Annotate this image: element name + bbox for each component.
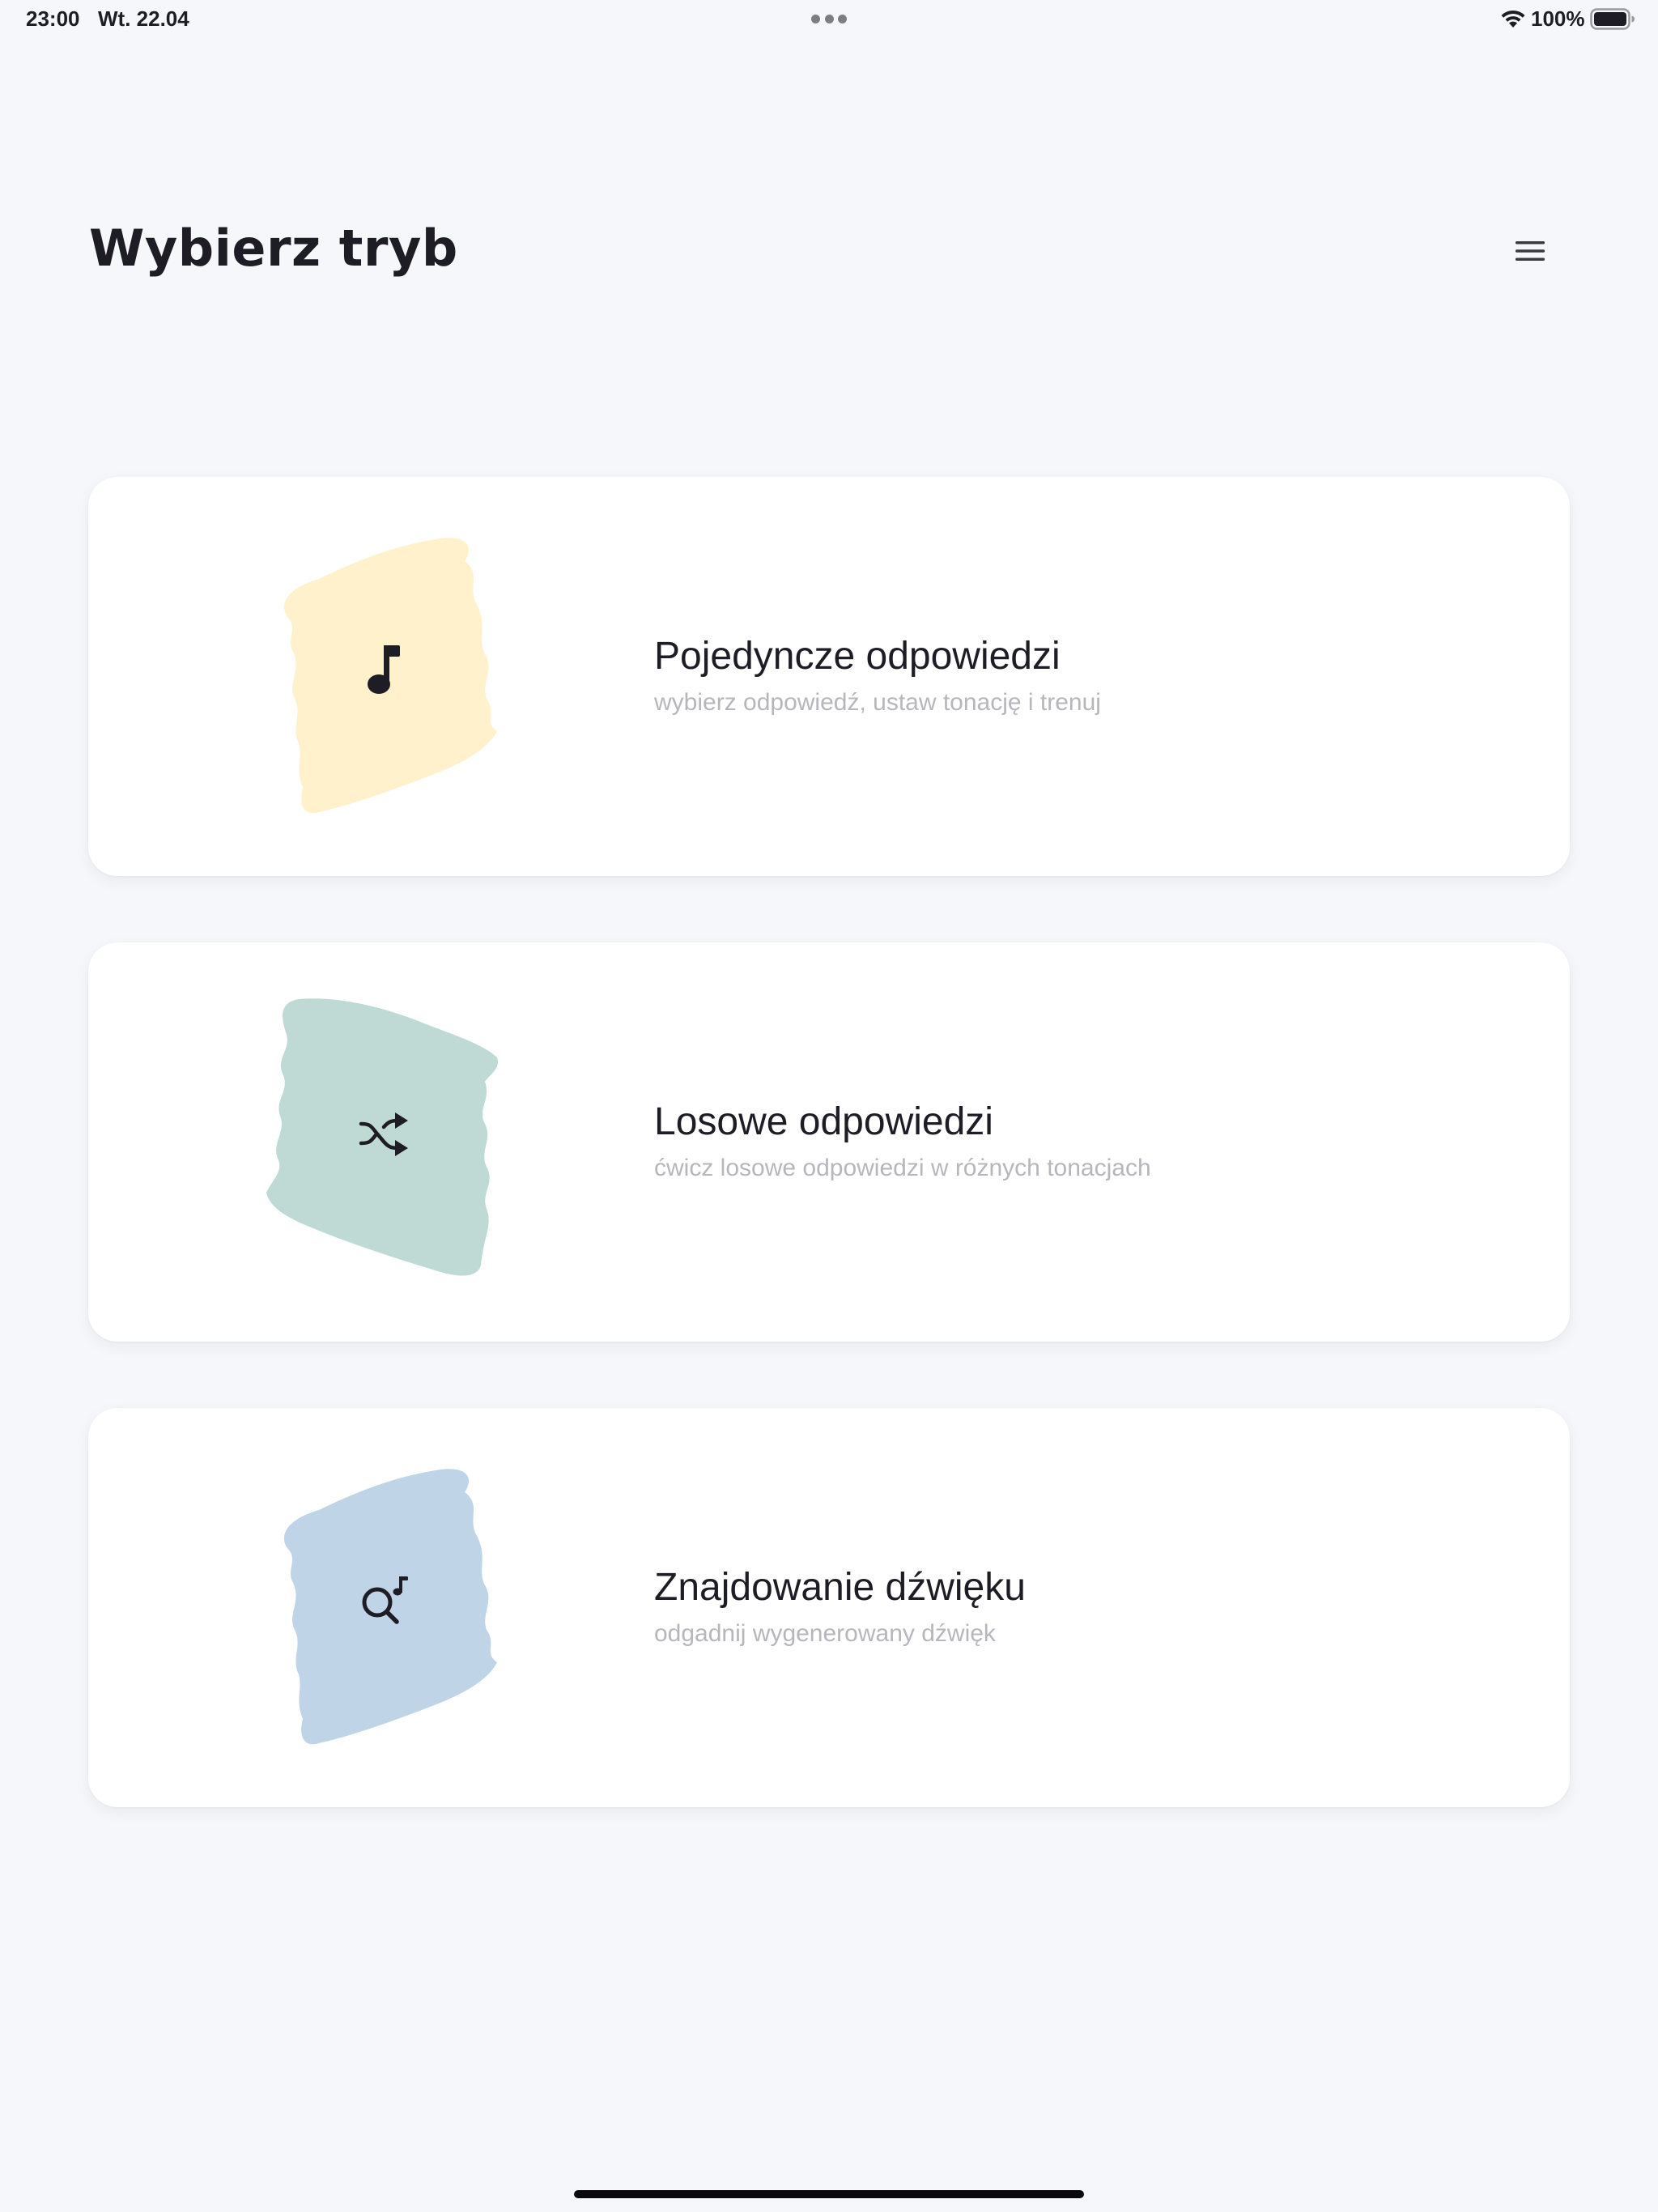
- battery-full-icon: [1590, 8, 1635, 30]
- mode-subtitle: wybierz odpowiedź, ustaw tonację i trenu…: [654, 689, 1101, 716]
- mode-card-single-answers[interactable]: Pojedyncze odpowiedzi wybierz odpowiedź,…: [88, 477, 1570, 876]
- multitasking-dots-icon[interactable]: [811, 15, 847, 24]
- status-date: Wt. 22.04: [98, 6, 189, 31]
- mode-subtitle: odgadnij wygenerowany dźwięk: [654, 1620, 996, 1647]
- hamburger-menu-icon: [1516, 241, 1545, 261]
- mode-card-random-answers[interactable]: Losowe odpowiedzi ćwicz losowe odpowiedz…: [88, 942, 1570, 1342]
- mode-title: Pojedyncze odpowiedzi: [654, 635, 1061, 678]
- mode-subtitle: ćwicz losowe odpowiedzi w różnych tonacj…: [654, 1155, 1151, 1181]
- menu-button[interactable]: [1507, 232, 1553, 270]
- search-music-icon: [362, 1576, 408, 1624]
- wifi-icon: [1501, 10, 1525, 28]
- status-bar: 23:00 Wt. 22.04 100%: [0, 0, 1658, 39]
- mode-title: Losowe odpowiedzi: [654, 1100, 993, 1143]
- battery-percentage: 100%: [1531, 6, 1585, 31]
- mode-title: Znajdowanie dźwięku: [654, 1566, 1026, 1609]
- music-note-icon: [368, 645, 400, 694]
- status-time: 23:00: [26, 6, 80, 31]
- mode-card-find-sound[interactable]: Znajdowanie dźwięku odgadnij wygenerowan…: [88, 1408, 1570, 1807]
- shuffle-icon: [359, 1112, 408, 1156]
- page-title: Wybierz tryb: [89, 219, 458, 278]
- home-indicator[interactable]: [574, 2190, 1084, 2198]
